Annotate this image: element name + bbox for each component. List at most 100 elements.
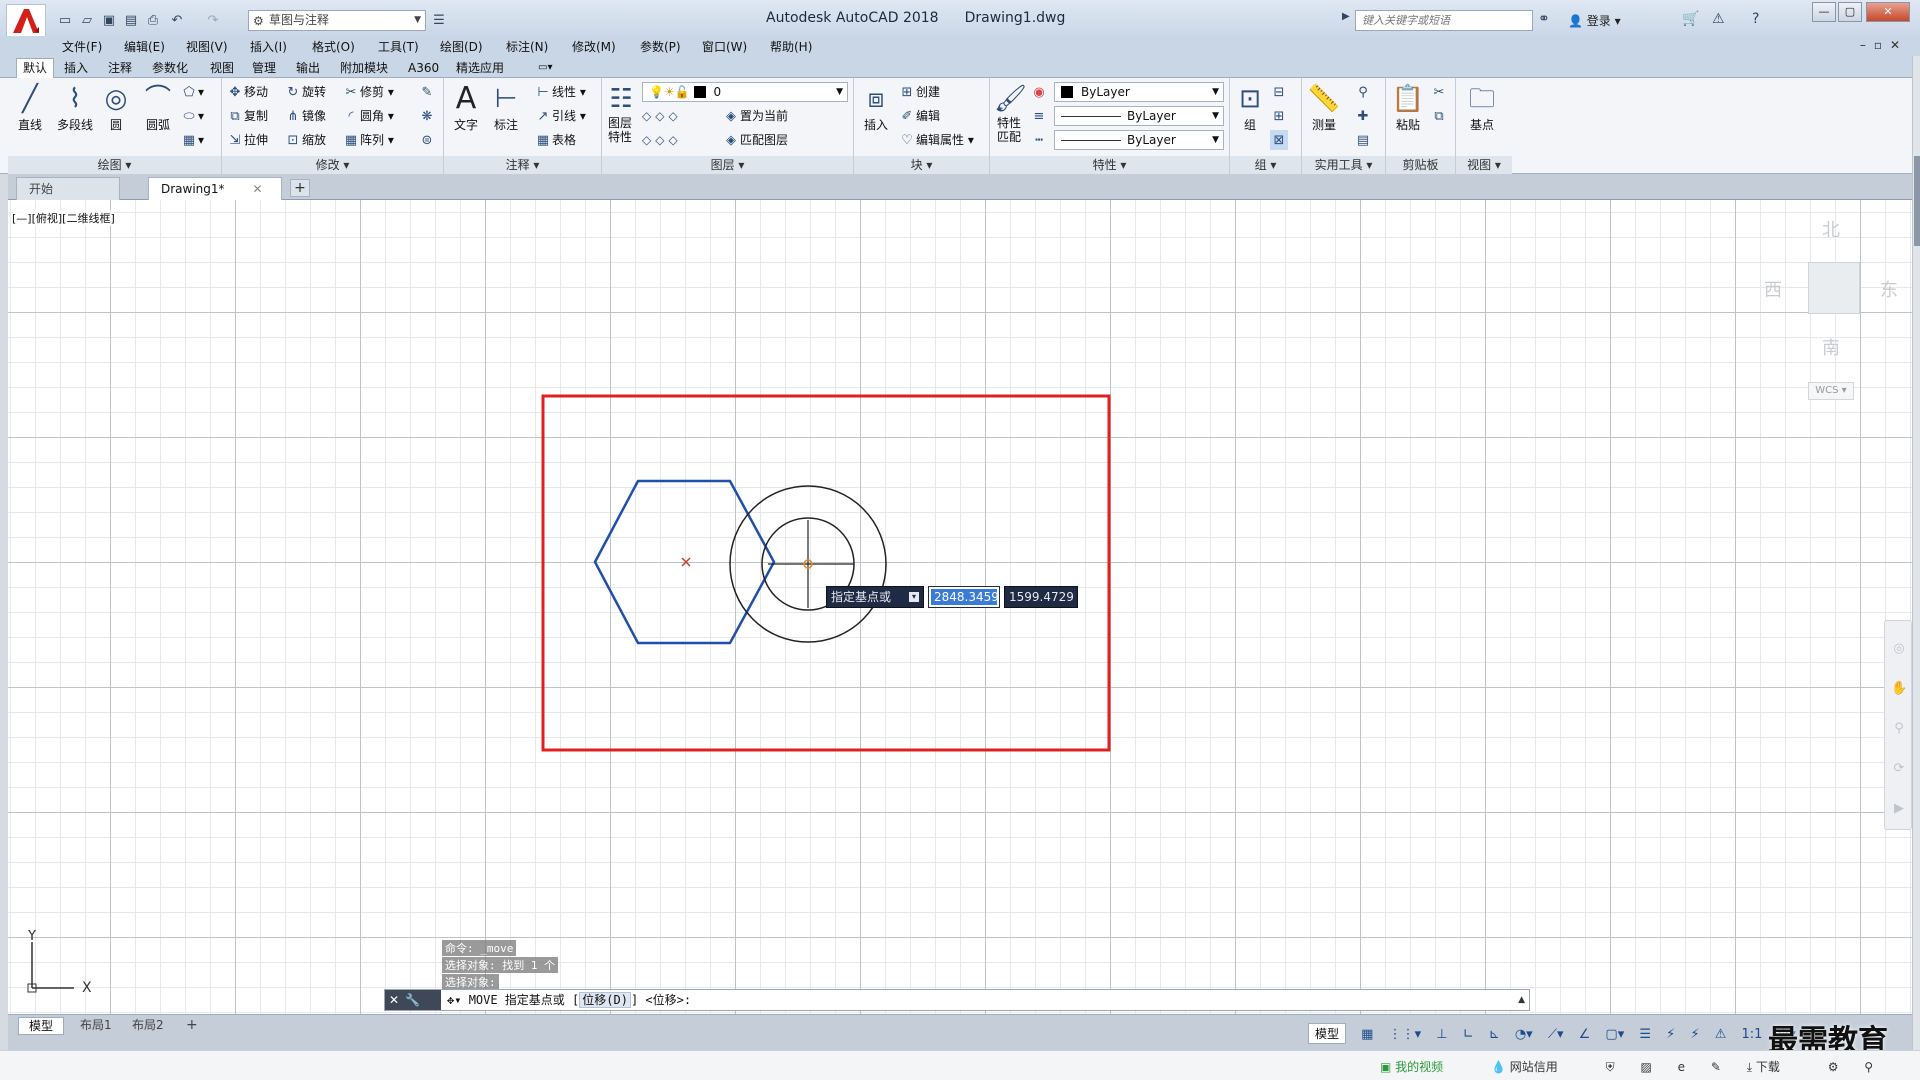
menu-tools[interactable]: 工具(T) xyxy=(378,38,419,55)
viewcube[interactable]: 北 西 东 南 WCS ▾ xyxy=(1758,212,1898,400)
viewcube-north[interactable]: 北 xyxy=(1822,216,1840,242)
trim-button[interactable]: ✂ 修剪 ▾ xyxy=(342,82,394,102)
lineweight-toggle-icon[interactable]: ☰ xyxy=(1639,1027,1651,1042)
leader-button[interactable]: ↗ 引线 ▾ xyxy=(534,106,586,126)
panel-utilities-title[interactable]: 实用工具 ▾ xyxy=(1302,156,1385,174)
offset-button[interactable]: ⊜ xyxy=(418,130,436,150)
minimize-button[interactable]: — xyxy=(1812,2,1836,22)
panel-draw-title[interactable]: 绘图 ▾ xyxy=(8,156,221,174)
tab-addins[interactable]: 附加模块 xyxy=(334,59,394,78)
layer-dropdown[interactable]: 💡☀🔓 0 ▼ xyxy=(642,82,848,102)
menu-modify[interactable]: 修改(M) xyxy=(572,38,616,55)
add-layout-button[interactable]: + xyxy=(176,1017,208,1035)
paste-button[interactable]: 📋 粘贴 xyxy=(1390,82,1426,133)
maximize-button[interactable]: ▢ xyxy=(1838,2,1862,22)
point-button[interactable]: ✚ xyxy=(1354,106,1372,126)
tab-start[interactable]: 开始 xyxy=(16,177,120,200)
search-expand-icon[interactable]: ▶ xyxy=(1342,11,1350,22)
command-line[interactable]: ✕🔧 ✥▾ MOVE 指定基点或 [位移(D)] <位移>: ▲ xyxy=(384,989,1530,1011)
wrench-icon[interactable]: 🔧 xyxy=(405,993,426,1007)
tab-a360[interactable]: A360 xyxy=(402,59,445,78)
match-layer-button[interactable]: ◈ 匹配图层 xyxy=(722,130,788,150)
dynamic-input-y-field[interactable]: 1599.4729 xyxy=(1004,586,1078,608)
create-block-button[interactable]: ⊞ 创建 xyxy=(898,82,940,102)
tab-featured-apps[interactable]: 精选应用 xyxy=(450,59,510,78)
panel-groups-title[interactable]: 组 ▾ xyxy=(1230,156,1301,174)
shield-icon[interactable]: ⛨ xyxy=(1606,1060,1615,1074)
ortho-icon[interactable]: ⊾ xyxy=(1489,1027,1500,1042)
table-button[interactable]: ▦ 表格 xyxy=(534,130,576,150)
undo-icon[interactable]: ↶ xyxy=(168,11,186,29)
base-view-button[interactable]: 🗀 基点 xyxy=(1464,82,1500,133)
match-properties-button[interactable]: 🖌 特性匹配 xyxy=(994,82,1027,144)
dynamic-input-icon[interactable]: ∟ xyxy=(1463,1027,1474,1042)
erase-button[interactable]: ✎ xyxy=(418,82,436,102)
download-item[interactable]: ⤓ 下载 xyxy=(1747,1060,1802,1074)
model-space-button[interactable]: 模型 xyxy=(1308,1023,1347,1044)
copy-clip-button[interactable]: ⧉ xyxy=(1430,106,1448,126)
dynamic-input-x-field[interactable]: 2848.3459 xyxy=(928,586,1000,608)
annotation-scale-value[interactable]: 1:1 xyxy=(1742,1027,1763,1042)
annotation-autoscale-icon[interactable]: ⚡ xyxy=(1690,1027,1699,1042)
viewcube-south[interactable]: 南 xyxy=(1822,334,1840,360)
annotation-visibility-icon[interactable]: ⚡ xyxy=(1666,1027,1675,1042)
ribbon-minimize-icon[interactable]: ▭▾ xyxy=(532,59,558,78)
arc-button[interactable]: ⌒ 圆弧 xyxy=(140,82,176,133)
object-snap-icon[interactable]: ▢▾ xyxy=(1605,1027,1624,1042)
isodraft-icon[interactable]: ⟋▾ xyxy=(1548,1027,1564,1042)
viewcube-top-face[interactable] xyxy=(1808,262,1860,314)
mirror-button[interactable]: ⋔ 镜像 xyxy=(284,106,326,126)
panel-annotation-title[interactable]: 注释 ▾ xyxy=(444,156,601,174)
tab-manage[interactable]: 管理 xyxy=(246,59,282,78)
search-input[interactable]: 键入关键字或短语 xyxy=(1355,10,1533,31)
new-icon[interactable]: ▭ xyxy=(56,11,74,29)
menu-help[interactable]: 帮助(H) xyxy=(770,38,812,55)
ie-icon[interactable]: e xyxy=(1678,1060,1685,1074)
command-option-displacement[interactable]: 位移(D) xyxy=(579,992,631,1008)
group-button[interactable]: ⊡ 组 xyxy=(1232,82,1268,133)
explode-button[interactable]: ❋ xyxy=(418,106,436,126)
edit-attributes-button[interactable]: ♡ 编辑属性 ▾ xyxy=(898,130,974,150)
close-button[interactable]: ✕ xyxy=(1866,2,1910,22)
mdi-window-controls[interactable]: –▫✕ xyxy=(1860,38,1908,52)
cut-button[interactable]: ✂ xyxy=(1430,82,1448,102)
lineweight-icon[interactable]: ≡ xyxy=(1030,106,1048,126)
text-button[interactable]: A 文字 xyxy=(448,82,484,133)
color-dropdown[interactable]: ByLayer ▼ xyxy=(1054,82,1224,102)
tab-view[interactable]: 视图 xyxy=(204,59,240,78)
command-prompt[interactable]: ✥▾ MOVE 指定基点或 [位移(D)] <位移>: xyxy=(447,990,691,1010)
dimension-button[interactable]: ⊢ 标注 xyxy=(488,82,524,133)
menu-dimension[interactable]: 标注(N) xyxy=(506,38,548,55)
tab-layout1[interactable]: 布局1 xyxy=(70,1017,122,1035)
calculator-button[interactable]: ▤ xyxy=(1354,130,1372,150)
array-button[interactable]: ▦ 阵列 ▾ xyxy=(342,130,394,150)
menu-parametric[interactable]: 参数(P) xyxy=(640,38,681,55)
polar-icon[interactable]: ◔▾ xyxy=(1515,1027,1533,1042)
group-select-button[interactable]: ⊠ xyxy=(1270,130,1288,150)
command-history-toggle-icon[interactable]: ▲ xyxy=(1518,990,1525,1010)
settings-icon[interactable]: ⚙ xyxy=(1828,1060,1839,1074)
application-menu-button[interactable] xyxy=(6,4,46,38)
zoom-out-icon[interactable]: ⚲ xyxy=(1864,1060,1873,1074)
tab-default[interactable]: 默认 xyxy=(16,58,55,79)
ellipse-button[interactable]: ⬭ ▾ xyxy=(180,106,204,126)
rotate-button[interactable]: ↻ 旋转 xyxy=(284,82,326,102)
print-icon[interactable]: ⎙ xyxy=(144,11,162,29)
viewcube-west[interactable]: 西 xyxy=(1764,276,1782,302)
pan-icon[interactable]: ✋ xyxy=(1891,681,1907,697)
tab-annotate[interactable]: 注释 xyxy=(102,59,138,78)
lineweight-dropdown[interactable]: ByLayer ▼ xyxy=(1054,106,1224,126)
insert-block-button[interactable]: ⧈ 插入 xyxy=(858,82,894,133)
new-tab-button[interactable]: + xyxy=(290,179,310,197)
my-video-item[interactable]: ▣ 我的视频 xyxy=(1380,1060,1465,1074)
snap-icon[interactable]: ⋮⋮▾ xyxy=(1389,1027,1422,1042)
close-icon[interactable]: ✕ xyxy=(389,993,405,1007)
panel-properties-title[interactable]: 特性 ▾ xyxy=(990,156,1229,174)
tab-insert[interactable]: 插入 xyxy=(58,59,94,78)
binoculars-icon[interactable]: ⚭ xyxy=(1538,11,1550,27)
quick-select-button[interactable]: ⚲ xyxy=(1354,82,1372,102)
help-icon[interactable]: ? xyxy=(1752,11,1759,27)
line-button[interactable]: ╱ 直线 xyxy=(12,82,48,133)
menu-window[interactable]: 窗口(W) xyxy=(702,38,747,55)
infer-constraints-icon[interactable]: ⊥ xyxy=(1436,1027,1447,1042)
